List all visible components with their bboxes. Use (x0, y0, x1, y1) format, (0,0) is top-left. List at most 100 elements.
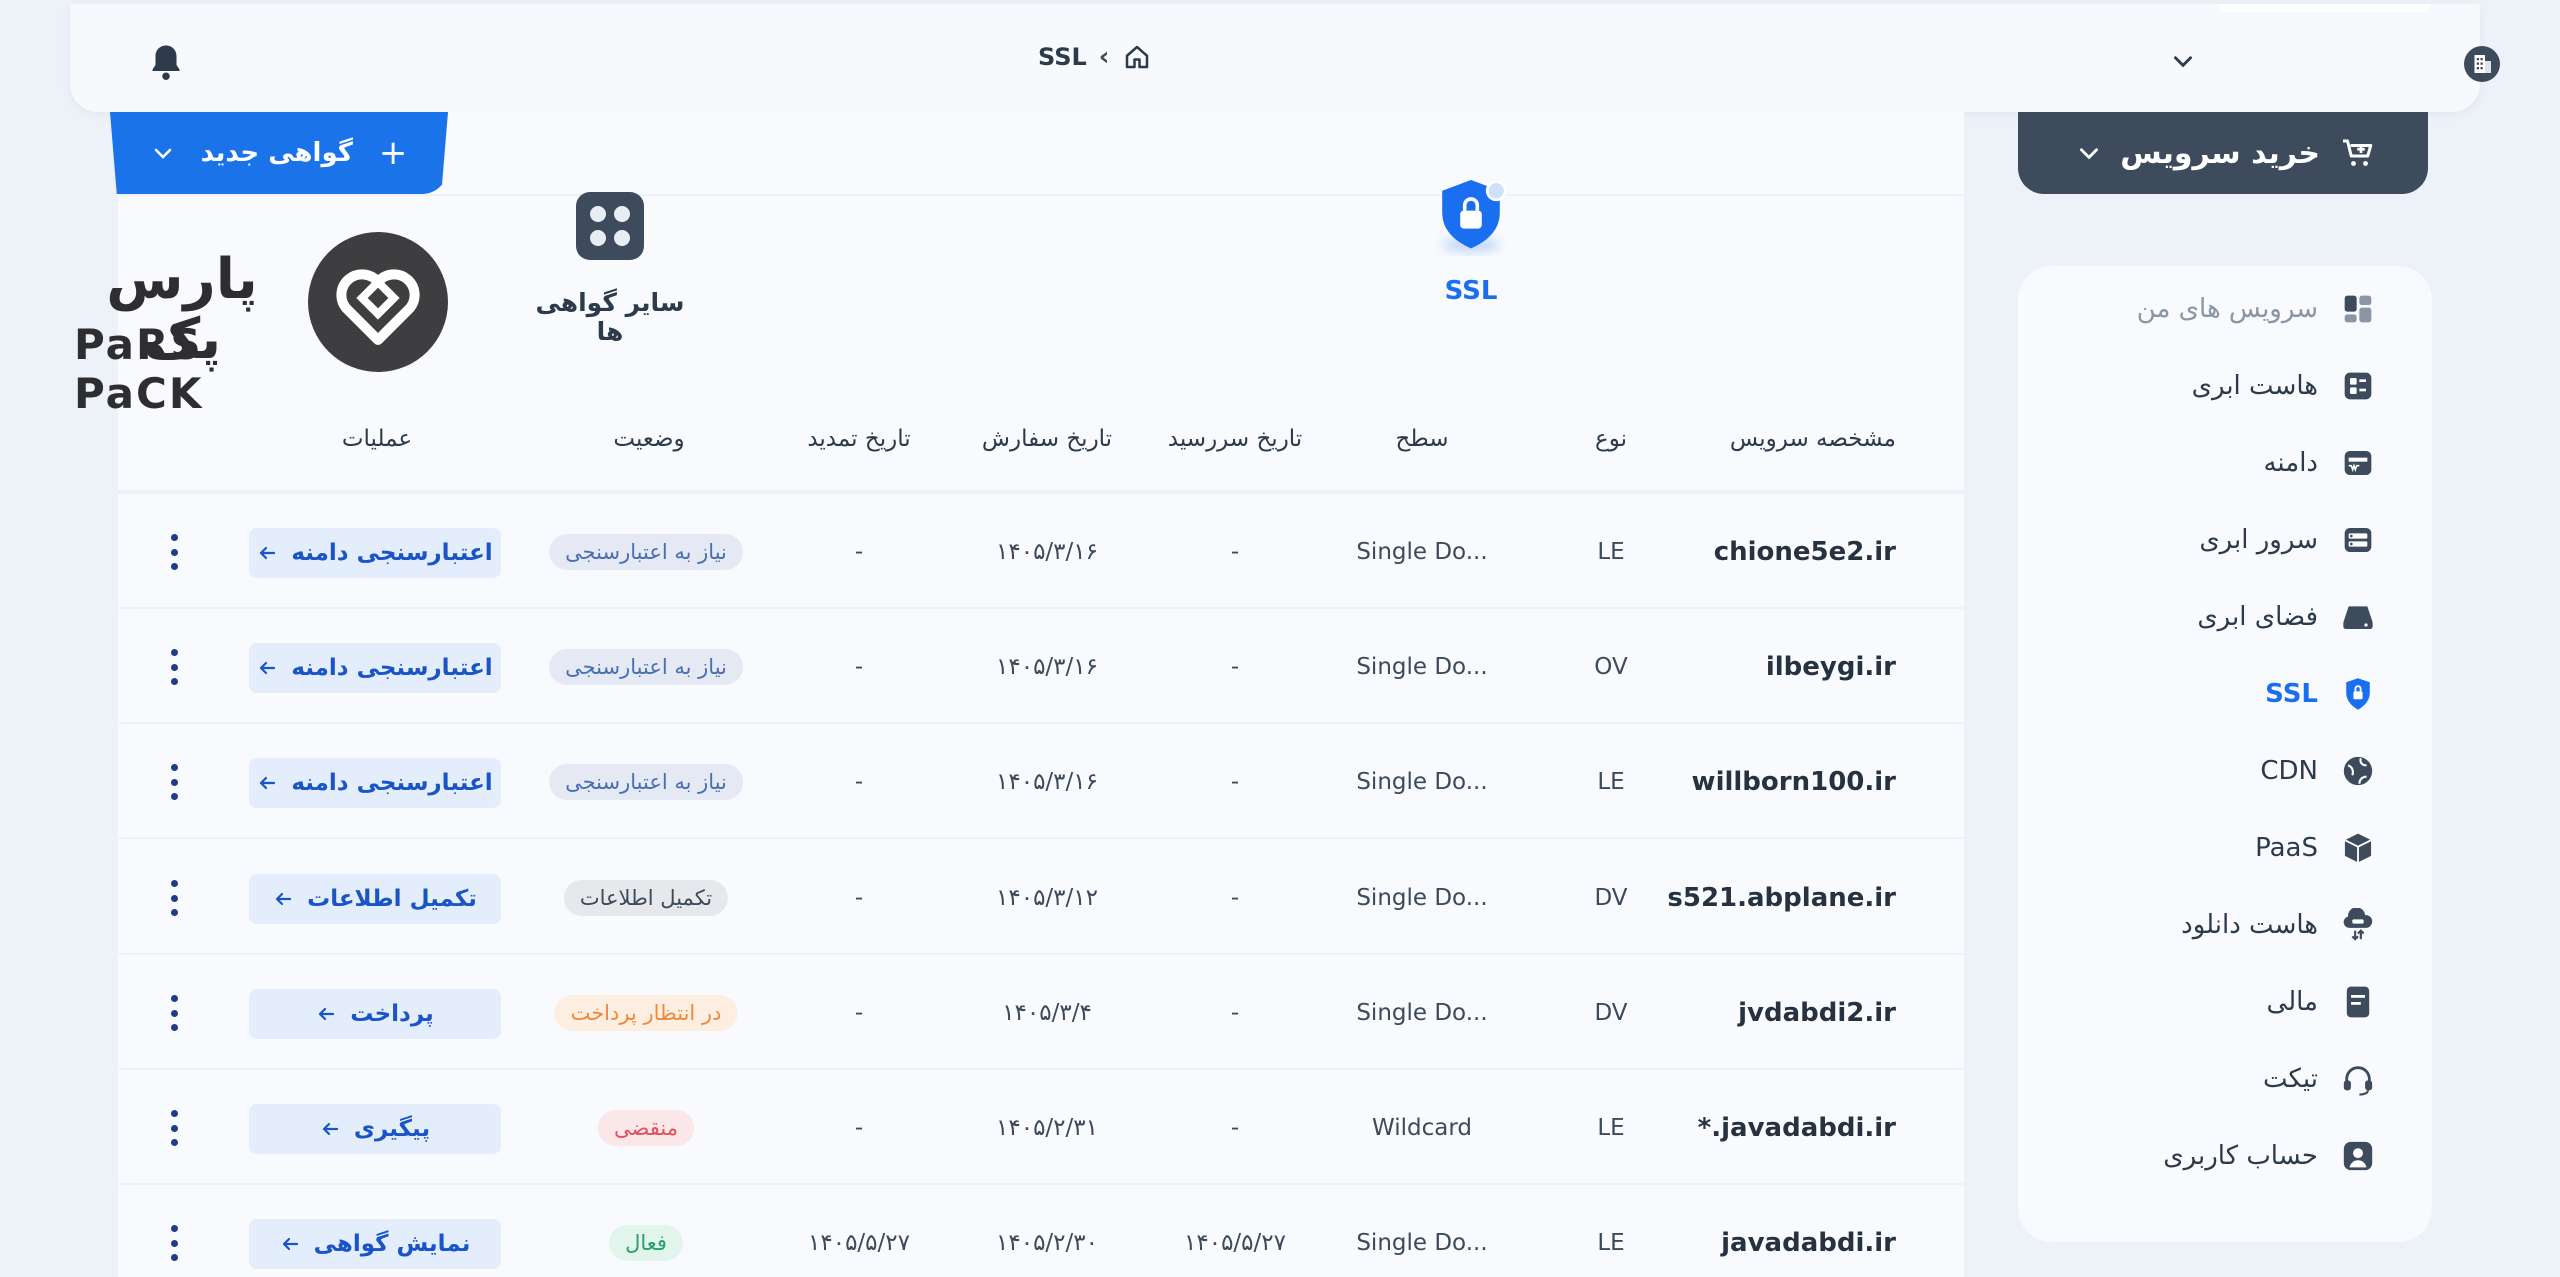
cell-due-date: - (1230, 653, 1240, 680)
sidebar-item-label: تیکت (2263, 1064, 2318, 1094)
parspack-logo-mark (308, 232, 448, 372)
th-level: سطح (1395, 426, 1449, 452)
row-more-menu-icon[interactable] (164, 993, 184, 1033)
new-certificate-label: گواهی جدید (200, 138, 353, 168)
sidebar-item-label: CDN (2260, 756, 2318, 786)
cell-status: تکمیل اطلاعات (563, 840, 729, 955)
sidebar-item-label: سرور ابری (2199, 525, 2318, 555)
buy-service-button[interactable]: خرید سرویس (2018, 112, 2428, 194)
tab-ssl[interactable]: SSL (1428, 176, 1514, 336)
row-more-menu-icon[interactable] (164, 1223, 184, 1263)
sidebar-item-label: حساب کاربری (2163, 1141, 2318, 1171)
cell-service-name[interactable]: chione5e2.ir (1714, 494, 1896, 609)
row-more-menu-icon[interactable] (164, 762, 184, 802)
cell-order-date: ۱۴۰۵/۲/۳۰ (996, 1229, 1098, 1256)
arrow-left-icon (260, 546, 276, 560)
dashboard-icon (2340, 291, 2376, 327)
sidebar-item-label: دامنه (2263, 448, 2318, 478)
table-row: chione5e2.ir LE Single Do... - ۱۴۰۵/۳/۱۶… (118, 494, 1964, 609)
sidebar-item-download-host[interactable]: هاست دانلود (2181, 902, 2376, 948)
row-action-button[interactable]: تکمیل اطلاعات (249, 874, 501, 924)
th-due-date: تاریخ سررسید (1167, 426, 1303, 452)
cell-status: نیاز به اعتبارسنجی (549, 494, 743, 609)
row-more-menu-icon[interactable] (164, 1108, 184, 1148)
cell-level: Single Do... (1356, 884, 1488, 911)
sidebar-item-domain[interactable]: دامنه (2263, 440, 2376, 486)
cell-service-name[interactable]: s521.abplane.ir (1667, 840, 1896, 955)
row-more-menu-icon[interactable] (164, 878, 184, 918)
home-icon[interactable] (1122, 42, 1152, 72)
sidebar-item-my-services[interactable]: سرویس های من (2137, 286, 2376, 332)
sidebar-item-cdn[interactable]: CDN (2260, 748, 2376, 794)
sidebar-item-finance[interactable]: مالی (2267, 979, 2376, 1025)
tab-ssl-label: SSL (1444, 276, 1498, 306)
row-more-menu-icon[interactable] (164, 532, 184, 572)
domain-icon (2340, 445, 2376, 481)
table-row: s521.abplane.ir DV Single Do... - ۱۴۰۵/۳… (118, 840, 1964, 955)
sidebar-item-label: هاست دانلود (2181, 910, 2318, 940)
th-renew-date: تاریخ تمدید (807, 426, 911, 452)
cell-level: Single Do... (1356, 999, 1488, 1026)
row-action-button[interactable]: اعتبارسنجی دامنه (249, 528, 501, 578)
cell-type: LE (1597, 768, 1625, 795)
row-action-button[interactable]: اعتبارسنجی دامنه (249, 643, 501, 693)
arrow-left-icon (282, 1237, 298, 1251)
cell-order-date: ۱۴۰۵/۳/۴ (1002, 999, 1092, 1026)
table-row: ilbeygi.ir OV Single Do... - ۱۴۰۵/۳/۱۶ -… (118, 609, 1964, 724)
cell-type: OV (1594, 653, 1628, 680)
th-service-name: مشخصه سرویس (1729, 426, 1896, 452)
parspack-logo: پارس پک PaRS PaCK (72, 232, 448, 418)
sidebar-item-cloud-storage[interactable]: فضای ابری (2197, 594, 2376, 640)
ssl-shield-icon (1442, 180, 1507, 252)
cell-type: DV (1594, 884, 1628, 911)
sidebar-item-cloud-server[interactable]: سرور ابری (2199, 517, 2376, 563)
sidebar-item-ssl[interactable]: SSL (2265, 671, 2376, 717)
buy-service-label: خرید سرویس (2120, 135, 2320, 171)
table-header: مشخصه سرویس نوع سطح تاریخ سررسید تاریخ س… (118, 410, 1964, 494)
row-more-menu-icon[interactable] (164, 647, 184, 687)
table-row: willborn100.ir LE Single Do... - ۱۴۰۵/۳/… (118, 724, 1964, 839)
chevron-down-icon[interactable] (2170, 48, 2196, 74)
user-account-icon (2340, 1138, 2376, 1174)
cell-service-name[interactable]: jvdabdi2.ir (1738, 955, 1896, 1070)
cell-due-date: - (1230, 1114, 1240, 1141)
cell-level: Wildcard (1371, 1114, 1473, 1141)
cell-due-date: - (1230, 999, 1240, 1026)
sidebar-item-paas[interactable]: PaaS (2255, 825, 2376, 871)
sidebar-item-cloud-host[interactable]: هاست ابری (2192, 363, 2376, 409)
tab-other-label: سایر گواهی ها (535, 288, 685, 346)
breadcrumb: SSL ‹ (1038, 42, 1152, 72)
cell-renew-date: - (854, 538, 864, 565)
row-action-button[interactable]: اعتبارسنجی دامنه (249, 758, 501, 808)
cell-service-name[interactable]: javadabdi.ir (1721, 1185, 1896, 1277)
breadcrumb-current: SSL (1038, 43, 1087, 71)
sidebar-item-ticket[interactable]: تیکت (2263, 1056, 2376, 1102)
new-certificate-button[interactable]: گواهی جدید + (110, 112, 448, 194)
row-action-button[interactable]: نمایش گواهی (249, 1219, 501, 1269)
status-badge: نیاز به اعتبارسنجی (549, 533, 743, 570)
organization-icon[interactable] (2464, 46, 2500, 82)
cart-icon (2343, 139, 2373, 166)
tab-other-certificates[interactable]: سایر گواهی ها (520, 192, 700, 346)
sidebar-item-account[interactable]: حساب کاربری (2163, 1133, 2376, 1179)
breadcrumb-separator: ‹ (1098, 42, 1110, 72)
cell-status: منقضی (598, 1070, 694, 1185)
cell-service-name[interactable]: willborn100.ir (1692, 724, 1896, 839)
sidebar-item-label: مالی (2266, 987, 2318, 1017)
cell-renew-date: - (854, 999, 864, 1026)
cell-service-name[interactable]: ilbeygi.ir (1766, 609, 1896, 724)
cell-type: LE (1597, 1114, 1625, 1141)
status-badge: منقضی (598, 1109, 694, 1146)
row-action-button[interactable]: پرداخت (249, 989, 501, 1039)
cell-renew-date: - (854, 1114, 864, 1141)
status-badge: نیاز به اعتبارسنجی (549, 648, 743, 685)
notification-bell-icon[interactable] (148, 42, 184, 82)
status-badge: در انتظار پرداخت (554, 994, 738, 1031)
cloud-storage-icon (2340, 599, 2376, 635)
cell-service-name[interactable]: *.javadabdi.ir (1698, 1070, 1896, 1185)
plus-icon: + (378, 133, 408, 173)
row-action-button[interactable]: پیگیری (249, 1104, 501, 1154)
logo-wordmark-en: PaRS PaCK (74, 320, 204, 418)
row-action-label: تکمیل اطلاعات (307, 886, 477, 912)
cell-type: DV (1594, 999, 1628, 1026)
